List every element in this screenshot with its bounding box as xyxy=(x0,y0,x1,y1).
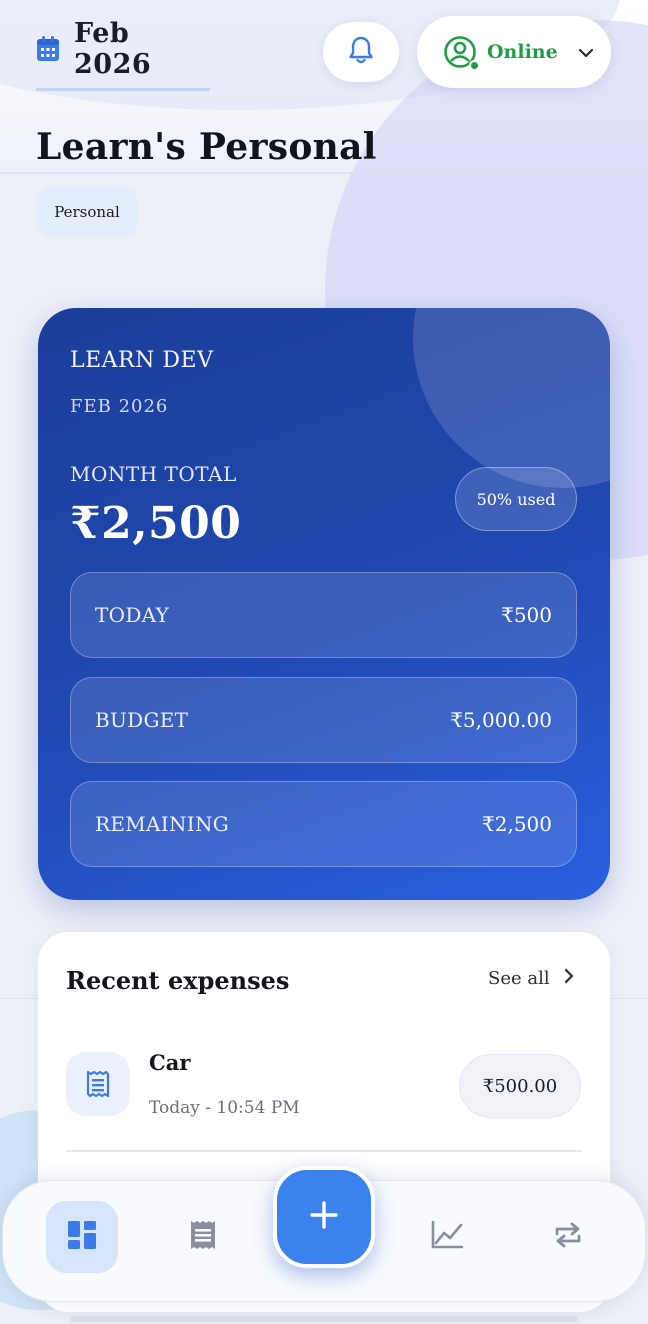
chart-icon xyxy=(431,1220,464,1253)
receipt-icon xyxy=(66,1052,130,1116)
add-icon xyxy=(309,1200,339,1234)
expense-time: Today - 10:54 PM xyxy=(149,1098,300,1118)
receipt-list-icon xyxy=(189,1220,217,1254)
stat-value: ₹2,500 xyxy=(482,812,552,836)
chevron-right-icon xyxy=(564,968,574,989)
online-status-label: Online xyxy=(487,41,558,63)
calendar-icon xyxy=(36,36,60,62)
nav-analytics[interactable] xyxy=(411,1201,483,1273)
user-avatar-icon xyxy=(443,35,480,71)
page-title: Learn's Personal xyxy=(36,126,377,168)
month-summary-card: LEARN DEV FEB 2026 MONTH TOTAL ₹2,500 50… xyxy=(38,308,610,900)
stat-value: ₹500 xyxy=(501,603,552,627)
main-content: Feb 2026 Online Learn's Personal Persona… xyxy=(0,0,648,1324)
month-total-value: ₹2,500 xyxy=(70,498,242,549)
nav-expenses[interactable] xyxy=(167,1201,239,1273)
nav-recurring[interactable] xyxy=(532,1201,604,1273)
recent-expenses-title: Recent expenses xyxy=(66,966,290,995)
notifications-button[interactable] xyxy=(323,22,399,82)
month-total-label: MONTH TOTAL xyxy=(70,462,237,486)
nav-dashboard[interactable] xyxy=(46,1201,118,1273)
month-selector[interactable]: Feb 2026 xyxy=(36,18,210,91)
account-status-menu[interactable]: Online xyxy=(417,16,611,88)
home-indicator xyxy=(70,1316,578,1322)
expense-title: Car xyxy=(149,1050,191,1075)
recurring-icon xyxy=(553,1221,583,1253)
online-status-dot xyxy=(469,60,480,71)
bell-icon xyxy=(347,35,375,69)
budget-used-badge: 50% used xyxy=(455,467,577,531)
see-all-link[interactable]: See all xyxy=(488,968,574,989)
expense-amount: ₹500.00 xyxy=(459,1054,581,1118)
list-divider xyxy=(66,1150,582,1152)
stat-row-remaining: REMAINING ₹2,500 xyxy=(70,781,577,867)
account-type-tag: Personal xyxy=(36,186,138,238)
stat-label: TODAY xyxy=(95,603,170,627)
summary-month: FEB 2026 xyxy=(70,396,169,417)
dashboard-icon xyxy=(67,1220,97,1254)
stat-label: REMAINING xyxy=(95,812,230,836)
chevron-down-icon xyxy=(578,43,594,62)
card-glow-decoration xyxy=(413,308,610,488)
stat-row-today: TODAY ₹500 xyxy=(70,572,577,658)
stat-label: BUDGET xyxy=(95,708,189,732)
see-all-label: See all xyxy=(488,968,550,989)
owner-name: LEARN DEV xyxy=(70,348,214,373)
stat-row-budget: BUDGET ₹5,000.00 xyxy=(70,677,577,763)
stat-value: ₹5,000.00 xyxy=(450,708,552,732)
month-label: Feb 2026 xyxy=(74,18,152,80)
add-expense-button[interactable] xyxy=(273,1166,375,1268)
